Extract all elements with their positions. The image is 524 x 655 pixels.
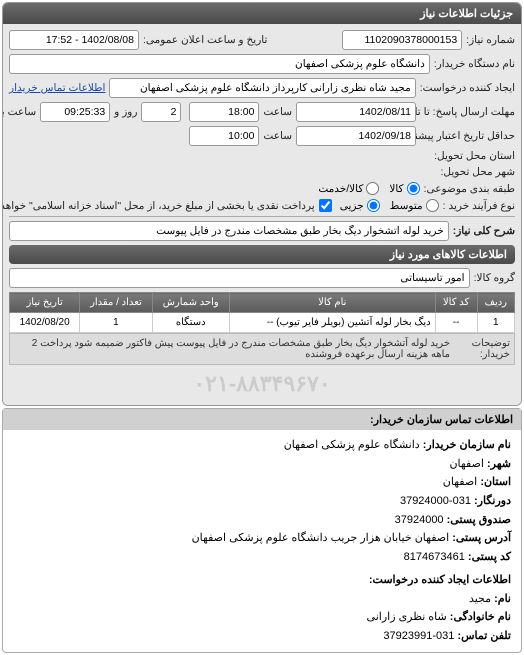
buyer-desc-value: خرید لوله آتشخوار دیگ بخار طبق مشخصات من… [14,338,450,360]
table-row[interactable]: 1 -- دیگ بخار لوله آتشین (بویلر فایر تیو… [10,313,515,333]
label-time-2: ساعت [263,130,292,142]
form-body: شماره نیاز: تاریخ و ساعت اعلان عمومی: نا… [3,24,521,405]
contact-body: نام سازمان خریدار: دانشگاه علوم پزشکی اص… [3,430,521,652]
watermark-phone: ۰۲۱-۸۸۳۴۹۶۷۰ [9,365,515,399]
city-label: استان: [480,476,511,488]
zip-value: 8174673461 [404,551,465,563]
goods-info-title: اطلاعات کالاهای مورد نیاز [9,245,515,264]
zip-label: کد پستی: [468,551,511,563]
radio-medium-input[interactable] [426,199,439,212]
th-code: کد کالا [435,293,477,313]
th-unit: واحد شمارش [152,293,229,313]
postbox-value: 37924000 [395,514,444,526]
buyer-desc-row: توضیحات خریدار: خرید لوله آتشخوار دیگ بخ… [9,333,515,365]
buyer-contact-link[interactable]: اطلاعات تماس خریدار [9,82,105,94]
radio-service-label: کالا/خدمت [318,183,363,195]
label-province: استان محل تحویل: [434,150,515,162]
org-label: نام سازمان خریدار: [423,439,511,451]
radio-service-input[interactable] [366,182,379,195]
validity-time-input[interactable] [189,126,259,146]
province-value: اصفهان [449,458,483,470]
radio-minor-label: جزیی [340,200,364,212]
label-purchase-type: نوع فرآیند خرید : [443,200,515,212]
category-radio-group: کالا کالا/خدمت [318,182,419,195]
radio-minor-input[interactable] [367,199,380,212]
ptype-radio-group: متوسط جزیی [340,199,439,212]
postbox-label: صندوق پستی: [447,514,511,526]
radio-goods[interactable]: کالا [389,182,419,195]
label-number: شماره نیاز: [466,34,515,46]
phone-value: 031-37923991 [383,630,454,642]
name-label: نام: [494,593,511,605]
label-days-and: روز و [114,106,137,118]
label-goods-group: گروه کالا: [474,272,515,284]
th-idx: ردیف [477,293,514,313]
buyer-name-input[interactable] [9,54,430,74]
buyer-desc-label: توضیحات خریدار: [450,338,510,360]
org-value: دانشگاه علوم پزشکی اصفهان [284,439,420,451]
name-value: مجید [469,593,491,605]
fax-value: 031-37924000 [400,495,471,507]
requester-header: اطلاعات ایجاد کننده درخواست: [13,571,511,590]
label-requester: ایجاد کننده درخواست: [420,82,515,94]
requester-input[interactable] [109,78,415,98]
payment-note: پرداخت نقدی یا بخشی از مبلغ خرید، از محل… [2,200,315,212]
deadline-date-input[interactable] [296,102,416,122]
th-date: تاریخ نیاز [10,293,80,313]
panel-title: جزئیات اطلاعات نیاز [3,3,521,24]
radio-minor[interactable]: جزیی [340,199,380,212]
cell-name: دیگ بخار لوله آتشین (بویلر فایر تیوب) -- [229,313,435,333]
need-details-panel: جزئیات اطلاعات نیاز شماره نیاز: تاریخ و … [2,2,522,406]
fax-label: دورنگار: [474,495,511,507]
goods-group-input[interactable] [9,268,470,288]
label-general-desc: شرح کلی نیاز: [453,225,515,237]
announce-date-input[interactable] [9,30,139,50]
city-value: اصفهان [443,476,477,488]
label-time-1: ساعت [263,106,292,118]
table-header-row: ردیف کد کالا نام کالا واحد شمارش تعداد /… [10,293,515,313]
cell-unit: دستگاه [152,313,229,333]
label-time-remaining: ساعت باقی مانده [2,106,36,118]
cell-code: -- [435,313,477,333]
contact-panel: اطلاعات تماس سازمان خریدار: نام سازمان خ… [2,408,522,653]
days-remain-input[interactable] [141,102,181,122]
phone-label: تلفن تماس: [457,630,511,642]
general-desc-input[interactable] [9,221,449,241]
cell-qty: 1 [80,313,152,333]
cell-date: 1402/08/20 [10,313,80,333]
radio-medium-label: متوسط [390,200,423,212]
th-name: نام کالا [229,293,435,313]
deadline-time-input[interactable] [189,102,259,122]
goods-table: ردیف کد کالا نام کالا واحد شمارش تعداد /… [9,292,515,333]
family-value: شاه نظری زارانی [367,611,447,623]
th-qty: تعداد / مقدار [80,293,152,313]
label-announce-date: تاریخ و ساعت اعلان عمومی: [143,34,267,46]
province-label: شهر: [487,458,511,470]
label-deadline: مهلت ارسال پاسخ: تا تاریخ: [420,106,515,118]
time-remain-input[interactable] [40,102,110,122]
radio-service[interactable]: کالا/خدمت [318,182,379,195]
radio-goods-input[interactable] [407,182,420,195]
need-number-input[interactable] [342,30,462,50]
address-label: آدرس پستی: [452,532,511,544]
contact-header: اطلاعات تماس سازمان خریدار: [3,409,521,430]
cell-idx: 1 [477,313,514,333]
radio-medium[interactable]: متوسط [390,199,439,212]
family-label: نام خانوادگی: [450,611,511,623]
radio-goods-label: کالا [389,183,403,195]
separator [9,216,515,217]
payment-note-checkbox[interactable] [319,199,332,212]
label-city: شهر محل تحویل: [440,166,515,178]
validity-date-input[interactable] [296,126,416,146]
label-validity: حداقل تاریخ اعتبار پیشنهاد: تا تاریخ: [420,130,515,142]
address-value: اصفهان خیابان هزار جریب دانشگاه علوم پزش… [192,532,450,544]
label-category: طبقه بندی موضوعی: [424,183,515,195]
label-buyer-name: نام دستگاه خریدار: [434,58,515,70]
